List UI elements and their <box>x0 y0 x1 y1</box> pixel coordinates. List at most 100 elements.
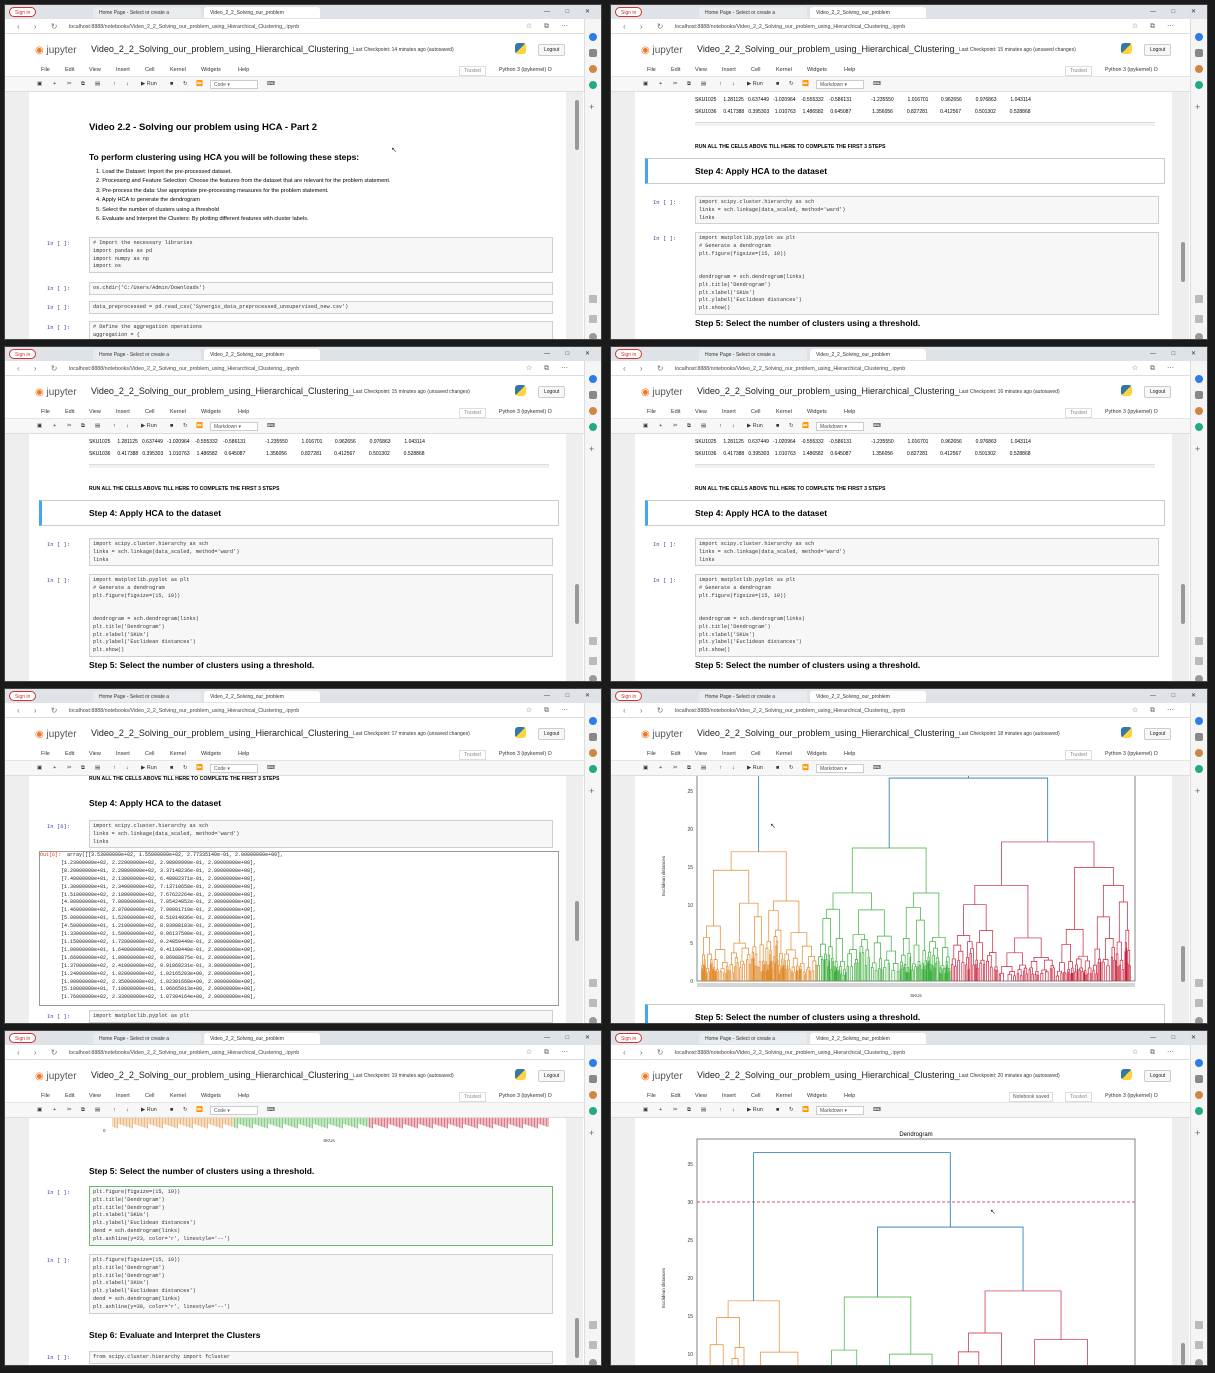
logout-button[interactable]: Logout <box>538 1070 566 1082</box>
run-button[interactable]: ▶ Run <box>141 1107 157 1113</box>
address-bar[interactable]: ‹ › ↻ localhost:8888/notebooks/Video_2_2… <box>5 1045 601 1060</box>
url-text[interactable]: localhost:8888/notebooks/Video_2_2_Solvi… <box>675 708 905 714</box>
scrollbar[interactable] <box>575 776 579 1023</box>
outlook-icon[interactable] <box>1195 423 1203 431</box>
code-cell[interactable]: # Define the aggregation operations aggr… <box>89 321 553 339</box>
menu-widgets[interactable]: Widgets <box>807 67 827 73</box>
copy-icon[interactable]: ⧉ <box>81 81 85 88</box>
menu-help[interactable]: Help <box>238 67 249 73</box>
menu-kernel[interactable]: Kernel <box>776 409 792 415</box>
menu-edit[interactable]: Edit <box>671 409 680 415</box>
fast-forward-icon[interactable]: ⏩ <box>196 423 203 429</box>
move-down-icon[interactable]: ↓ <box>732 1107 735 1113</box>
menu-view[interactable]: View <box>695 751 707 757</box>
move-down-icon[interactable]: ↓ <box>126 423 129 429</box>
menu-insert[interactable]: Insert <box>116 751 130 757</box>
code-cell[interactable]: import matplotlib.pyplot as plt # Genera… <box>695 574 1159 657</box>
fast-forward-icon[interactable]: ⏩ <box>802 765 809 771</box>
panel-icon[interactable] <box>1195 979 1203 987</box>
scrollbar-thumb[interactable] <box>1181 242 1185 282</box>
tab-notebook[interactable]: Video_2_2_Solving_our_problem <box>810 1033 926 1044</box>
keyboard-icon[interactable]: ⌨ <box>873 765 881 771</box>
back-forward-refresh-icons[interactable]: ‹ › ↻ <box>17 1048 63 1057</box>
outlook-icon[interactable] <box>1195 81 1203 89</box>
outlook-icon[interactable] <box>1195 765 1203 773</box>
search-icon[interactable] <box>589 1075 597 1083</box>
restart-icon[interactable]: ↻ <box>789 81 794 87</box>
menu-widgets[interactable]: Widgets <box>201 67 221 73</box>
scrollbar[interactable] <box>1181 1118 1185 1365</box>
search-icon[interactable] <box>1195 391 1203 399</box>
move-up-icon[interactable]: ↑ <box>719 81 722 87</box>
panel-icon[interactable] <box>1195 295 1203 303</box>
fast-forward-icon[interactable]: ⏩ <box>802 81 809 87</box>
menu-help[interactable]: Help <box>238 409 249 415</box>
code-cell[interactable]: data_preprocessed = pd.read_csv('Synergi… <box>89 301 553 314</box>
trusted-badge[interactable]: Trusted <box>1065 750 1092 760</box>
add-cell-icon[interactable]: + <box>53 765 56 771</box>
code-cell[interactable]: import scipy.cluster.hierarchy as sch li… <box>695 196 1159 225</box>
table-scrollbar[interactable] <box>695 122 1155 126</box>
settings-icon[interactable] <box>589 1359 597 1365</box>
notebook-area[interactable]: SKU1025 1.281125 0.637449 -1.020964 -0.5… <box>611 92 1189 339</box>
add-cell-icon[interactable]: + <box>53 1107 56 1113</box>
jupyter-logo-icon[interactable]: ◉ jupyter <box>641 1071 683 1082</box>
copilot-icon[interactable] <box>589 33 597 41</box>
cut-icon[interactable]: ✂ <box>67 81 72 87</box>
save-icon[interactable]: ▣ <box>37 765 42 771</box>
menu-edit[interactable]: Edit <box>671 1093 680 1099</box>
cut-icon[interactable]: ✂ <box>67 1107 72 1113</box>
notebook-title[interactable]: Video_2_2_Solving_our_problem_using_Hier… <box>697 44 960 54</box>
cell-type-select[interactable]: Code ▾ <box>210 1106 258 1115</box>
url-text[interactable]: localhost:8888/notebooks/Video_2_2_Solvi… <box>675 24 905 30</box>
outlook-icon[interactable] <box>589 765 597 773</box>
keyboard-icon[interactable]: ⌨ <box>873 1107 881 1113</box>
keyboard-icon[interactable]: ⌨ <box>267 423 275 429</box>
logout-button[interactable]: Logout <box>1144 1070 1172 1082</box>
restart-icon[interactable]: ↻ <box>183 1107 188 1113</box>
menu-view[interactable]: View <box>695 409 707 415</box>
settings-icon[interactable] <box>1195 333 1203 339</box>
menu-edit[interactable]: Edit <box>671 67 680 73</box>
scrollbar[interactable] <box>575 434 579 681</box>
menu-edit[interactable]: Edit <box>65 409 74 415</box>
fast-forward-icon[interactable]: ⏩ <box>196 1107 203 1113</box>
menu-file[interactable]: File <box>41 409 50 415</box>
tab-home-page[interactable]: Home Page - Select or create a <box>93 1033 201 1044</box>
menu-kernel[interactable]: Kernel <box>170 1093 186 1099</box>
move-down-icon[interactable]: ↓ <box>126 765 129 771</box>
scrollbar-thumb[interactable] <box>575 901 579 941</box>
menu-edit[interactable]: Edit <box>65 751 74 757</box>
sign-in-button[interactable]: Sign in <box>9 691 37 701</box>
menu-kernel[interactable]: Kernel <box>170 751 186 757</box>
notebook-title[interactable]: Video_2_2_Solving_our_problem_using_Hier… <box>91 1070 354 1080</box>
code-cell[interactable]: import scipy.cluster.hierarchy as sch li… <box>89 538 553 567</box>
menu-edit[interactable]: Edit <box>65 67 74 73</box>
panel-icon[interactable] <box>589 1321 597 1329</box>
stop-icon[interactable]: ■ <box>170 1107 173 1113</box>
menu-insert[interactable]: Insert <box>116 409 130 415</box>
menu-view[interactable]: View <box>89 1093 101 1099</box>
scrollbar[interactable] <box>575 1118 579 1365</box>
settings-icon[interactable] <box>589 1017 597 1023</box>
tools-icon[interactable] <box>1195 1091 1203 1099</box>
menu-widgets[interactable]: Widgets <box>201 751 221 757</box>
scrollbar[interactable] <box>575 92 579 339</box>
menu-kernel[interactable]: Kernel <box>170 67 186 73</box>
move-up-icon[interactable]: ↑ <box>113 423 116 429</box>
share-icon[interactable] <box>589 315 597 323</box>
cell-type-select[interactable]: Markdown ▾ <box>816 764 864 773</box>
url-text[interactable]: localhost:8888/notebooks/Video_2_2_Solvi… <box>69 24 299 30</box>
copilot-icon[interactable] <box>589 717 597 725</box>
copy-icon[interactable]: ⧉ <box>687 1107 691 1114</box>
search-icon[interactable] <box>1195 733 1203 741</box>
panel-icon[interactable] <box>1195 637 1203 645</box>
copy-icon[interactable]: ⧉ <box>81 765 85 772</box>
stop-icon[interactable]: ■ <box>170 765 173 771</box>
move-up-icon[interactable]: ↑ <box>113 81 116 87</box>
panel-icon[interactable] <box>589 295 597 303</box>
menu-widgets[interactable]: Widgets <box>807 1093 827 1099</box>
trusted-badge[interactable]: Trusted <box>1065 408 1092 418</box>
run-button[interactable]: ▶ Run <box>747 423 763 429</box>
keyboard-icon[interactable]: ⌨ <box>267 1107 275 1113</box>
